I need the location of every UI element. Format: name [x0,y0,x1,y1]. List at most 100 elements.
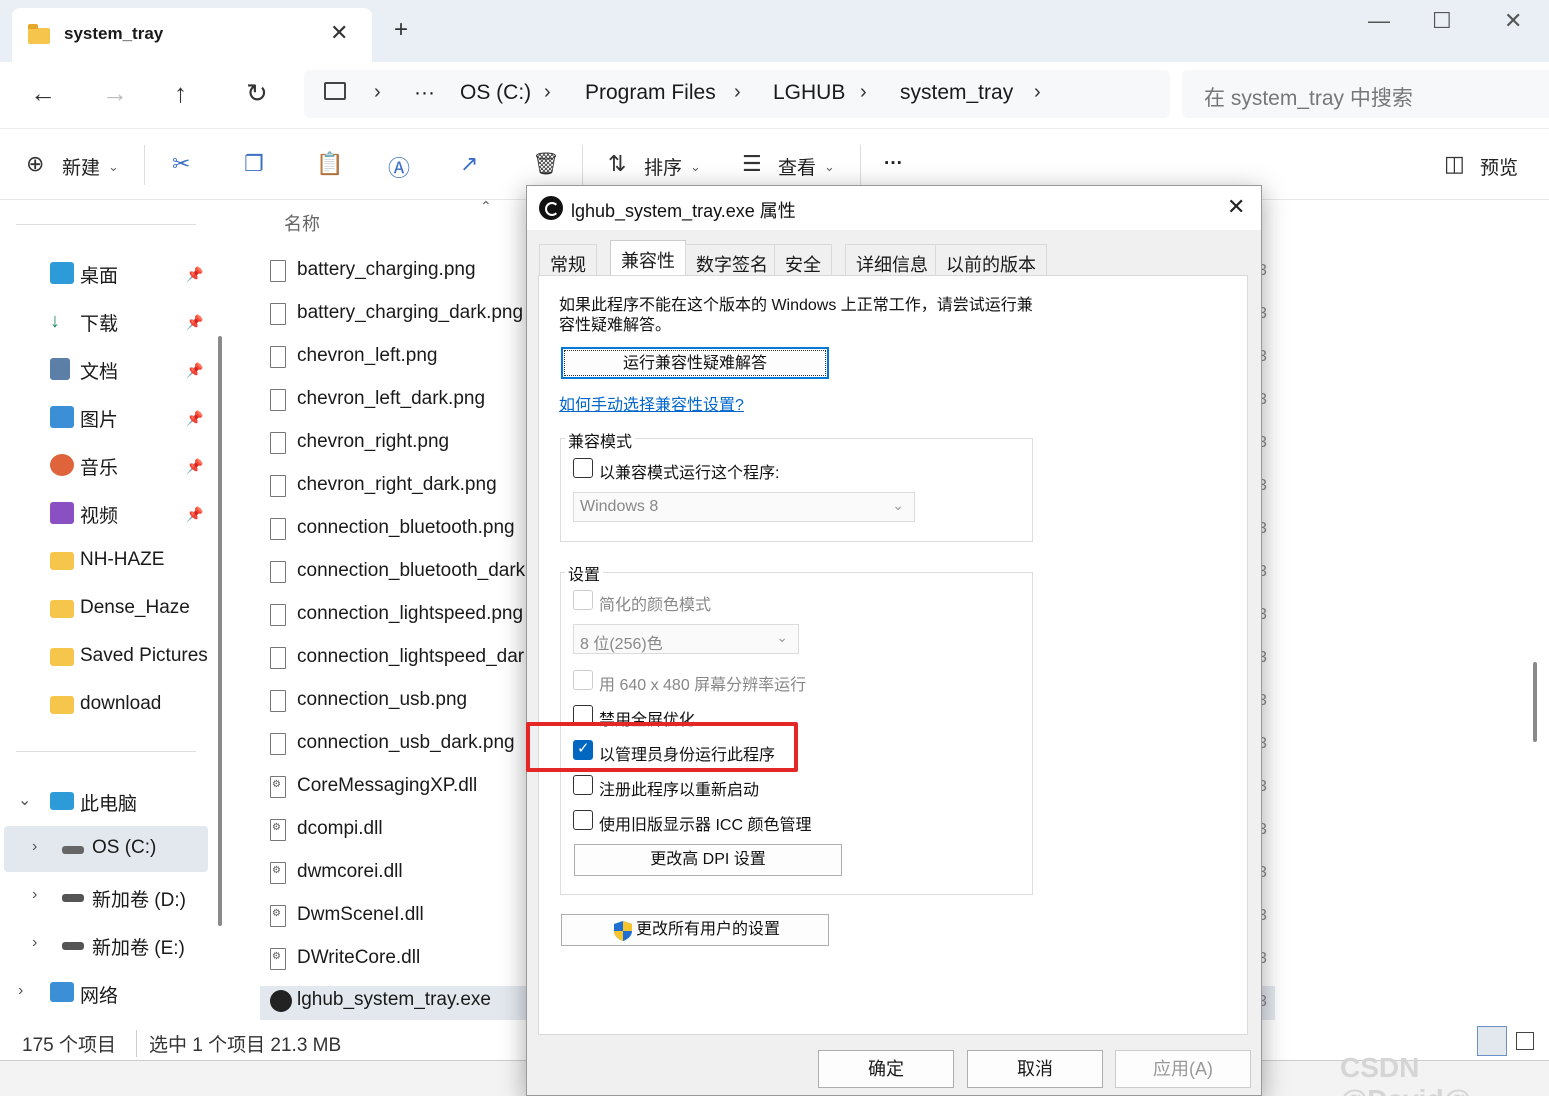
ok-button[interactable]: 确定 [818,1050,954,1088]
breadcrumb-overflow[interactable]: ··· [414,81,435,105]
file-item[interactable]: dwmcorei.dll [270,858,530,892]
sidebar-item-folder[interactable]: download [50,691,220,721]
file-item[interactable]: chevron_right.png [270,428,530,462]
file-item[interactable]: connection_usb.png [270,686,530,720]
file-item-selected[interactable]: lghub_system_tray.exe [260,986,530,1020]
tab-details[interactable]: 详细信息 [845,244,939,276]
file-item[interactable]: chevron_left.png [270,342,530,376]
chevron-right-icon[interactable]: › [32,886,37,904]
breadcrumb-separator[interactable]: › [1034,81,1041,104]
file-item[interactable]: chevron_right_dark.png [270,471,530,505]
close-button[interactable]: ✕ [1504,8,1522,34]
minimize-button[interactable]: — [1368,8,1390,34]
paste-icon[interactable]: 📋 [316,151,343,177]
tab-close-button[interactable]: ✕ [330,20,348,46]
tab-compatibility[interactable]: 兼容性 [610,240,686,276]
run-troubleshooter-button[interactable]: 运行兼容性疑难解答 [561,347,829,379]
delete-icon[interactable]: 🗑 [532,151,560,177]
file-item[interactable]: DWriteCore.dll [270,944,530,978]
breadcrumb-lghub[interactable]: LGHUB [773,81,845,105]
pin-icon[interactable]: 📌 [186,266,203,283]
file-item[interactable]: connection_usb_dark.png [270,729,530,763]
sidebar-item-folder[interactable]: Saved Pictures [50,643,220,673]
tiles-view-button[interactable] [1516,1032,1534,1050]
cancel-button[interactable]: 取消 [967,1050,1103,1088]
view-button[interactable]: 查看 [778,153,816,180]
sidebar-item-drive-d[interactable]: 新加卷 (D:) [62,883,232,913]
legacy-icc-checkbox[interactable] [573,810,593,830]
sidebar-item-folder[interactable]: NH-HAZE [50,547,220,577]
sidebar-item-network[interactable]: 网络 [50,979,220,1009]
file-item[interactable]: dcompi.dll [270,815,530,849]
compat-mode-checkbox[interactable] [573,458,593,478]
chevron-down-icon[interactable]: ⌄ [824,159,835,175]
pin-icon[interactable]: 📌 [186,458,203,475]
computer-icon[interactable] [324,82,346,100]
sidebar-item-drive-e[interactable]: 新加卷 (E:) [62,931,232,961]
copy-icon[interactable]: ❐ [244,151,264,177]
column-header-name[interactable]: 名称 [284,210,320,236]
back-button[interactable]: ← [30,78,56,109]
tab-system-tray[interactable]: system_tray ✕ [12,8,372,62]
more-options-button[interactable]: ··· [884,153,903,175]
manual-settings-link[interactable]: 如何手动选择兼容性设置? [559,391,744,415]
new-tab-button[interactable]: + [394,16,408,44]
change-all-users-button[interactable]: 更改所有用户的设置 [561,914,829,946]
refresh-button[interactable]: ↻ [246,78,268,109]
sidebar-item-folder[interactable]: Dense_Haze [50,595,220,625]
file-item[interactable]: battery_charging_dark.png [270,299,530,333]
file-item[interactable]: connection_lightspeed_dar [270,643,530,677]
change-dpi-button[interactable]: 更改高 DPI 设置 [574,844,842,876]
new-button[interactable]: 新建 [62,153,100,180]
res-640-checkbox[interactable] [573,670,593,690]
search-input[interactable]: 在 system_tray 中搜索 [1182,70,1549,118]
file-item[interactable]: connection_bluetooth_dark [270,557,530,591]
breadcrumb-separator[interactable]: › [734,81,741,104]
file-item[interactable]: DwmSceneI.dll [270,901,530,935]
sort-button[interactable]: 排序 [644,153,682,180]
file-item[interactable]: chevron_left_dark.png [270,385,530,419]
chevron-right-icon[interactable]: › [32,934,37,952]
file-item[interactable]: CoreMessagingXP.dll [270,772,530,806]
pin-icon[interactable]: 📌 [186,362,203,379]
breadcrumb-program-files[interactable]: Program Files [585,81,716,105]
maximize-button[interactable]: ☐ [1432,8,1452,34]
breadcrumb-os-c[interactable]: OS (C:) [460,81,531,105]
breadcrumb-system-tray[interactable]: system_tray [900,81,1013,105]
chevron-right-icon[interactable]: › [32,838,37,856]
reduced-color-checkbox[interactable] [573,590,593,610]
sidebar-scrollbar[interactable] [218,336,222,926]
cut-icon[interactable]: ✂ [172,151,190,177]
register-restart-checkbox[interactable] [573,775,593,795]
tab-previous-versions[interactable]: 以前的版本 [935,244,1047,276]
breadcrumb-separator[interactable]: › [544,81,551,104]
chevron-down-icon[interactable]: ⌄ [690,159,701,175]
share-icon[interactable]: ↗ [460,151,478,177]
pin-icon[interactable]: 📌 [186,314,203,331]
forward-button[interactable]: → [102,78,128,109]
sidebar-item-this-pc[interactable]: 此电脑 [50,787,220,817]
rename-icon[interactable]: Ⓐ [388,151,410,183]
tab-general[interactable]: 常规 [539,244,597,276]
color-depth-select[interactable]: 8 位(256)色 ⌄ [573,624,799,654]
address-bar[interactable]: › ··· OS (C:) › Program Files › LGHUB › … [304,70,1170,118]
file-item[interactable]: connection_lightspeed.png [270,600,530,634]
sort-icon[interactable]: ⇅ [608,151,626,177]
preview-button[interactable]: 预览 [1480,153,1518,180]
apply-button[interactable]: 应用(A) [1115,1050,1251,1088]
compat-os-select[interactable]: Windows 8 ⌄ [573,492,915,522]
up-button[interactable]: ↑ [174,78,187,109]
chevron-down-icon[interactable]: ⌄ [108,159,119,175]
chevron-right-icon[interactable]: › [18,982,23,1000]
tab-digital-signatures[interactable]: 数字签名 [685,244,779,276]
preview-pane-icon[interactable]: ◫ [1444,151,1465,177]
chevron-down-icon[interactable]: ⌄ [18,790,31,810]
file-list-scrollbar[interactable] [1533,662,1537,742]
pin-icon[interactable]: 📌 [186,410,203,427]
dialog-close-button[interactable]: ✕ [1227,194,1245,220]
view-icon[interactable]: ☰ [742,151,762,177]
pin-icon[interactable]: 📌 [186,506,203,523]
sidebar-item-os-c[interactable]: OS (C:) [62,835,232,865]
file-item[interactable]: battery_charging.png [270,256,530,290]
tab-security[interactable]: 安全 [774,244,832,276]
